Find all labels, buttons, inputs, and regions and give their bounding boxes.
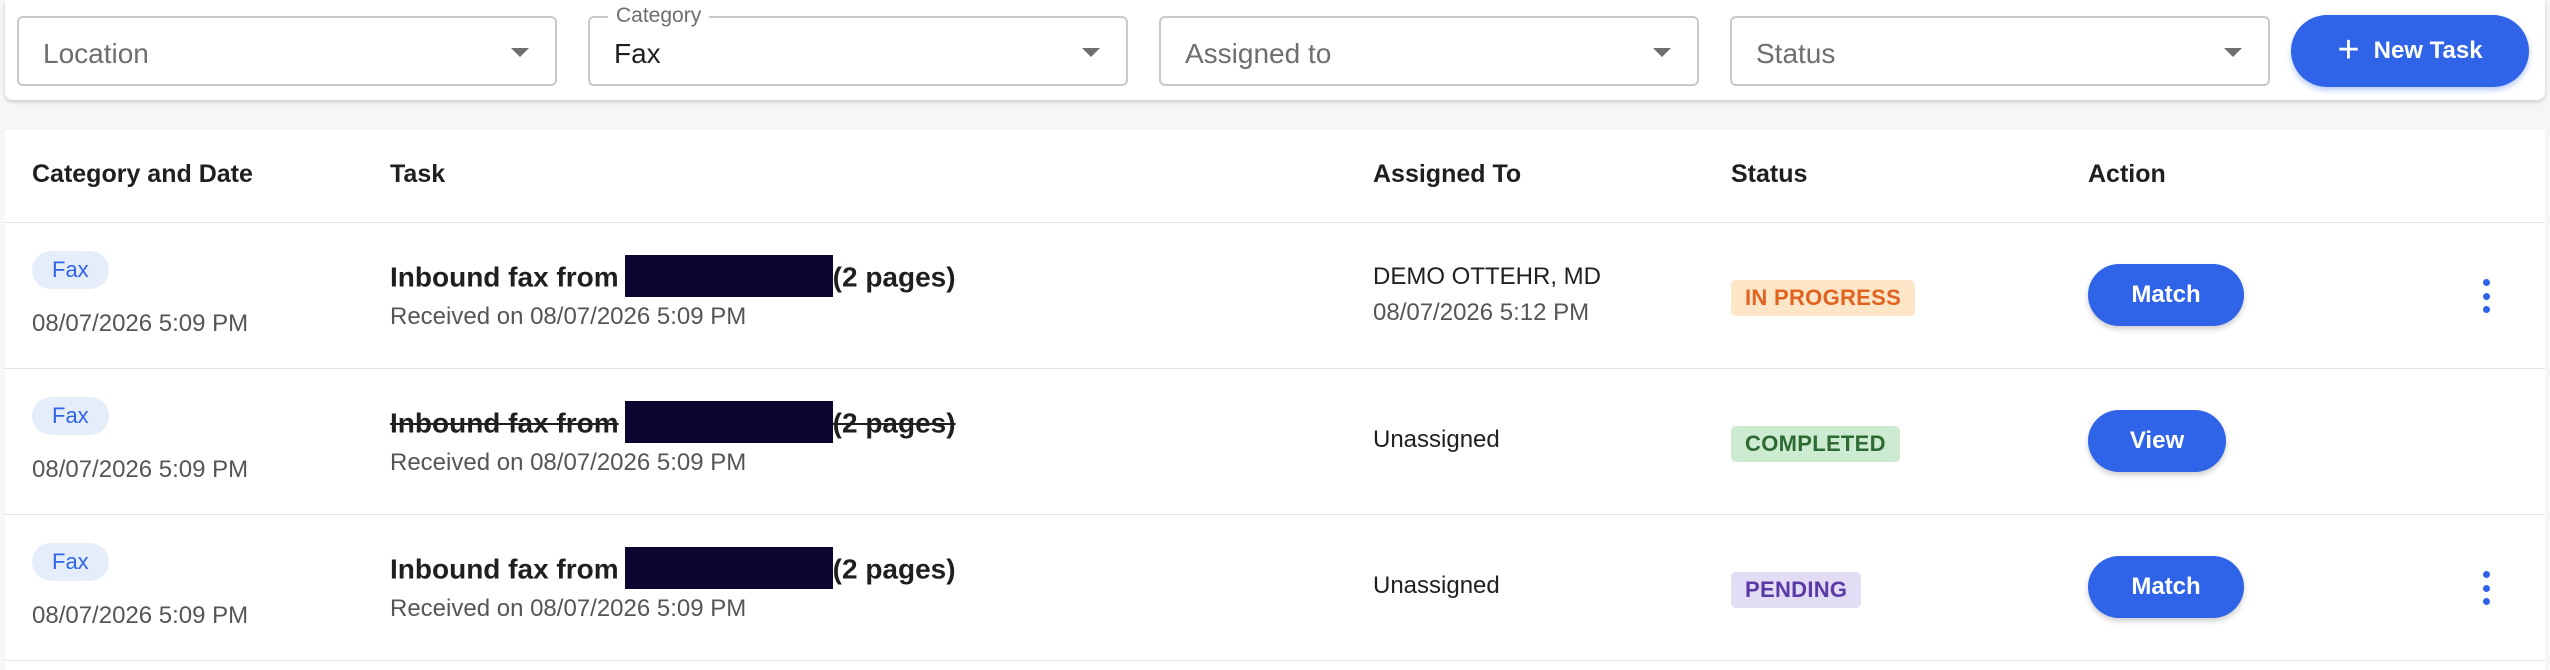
more-vert-icon[interactable] <box>2475 571 2497 605</box>
match-button[interactable]: Match <box>2088 264 2244 326</box>
category-date: 08/07/2026 5:09 PM <box>32 602 249 629</box>
new-task-button[interactable]: + New Task <box>2291 15 2529 87</box>
table-row[interactable]: Fax 08/07/2026 5:09 PM Inbound fax from (… <box>5 515 2545 661</box>
category-date: 08/07/2026 5:09 PM <box>32 456 249 483</box>
chevron-down-icon <box>1082 48 1100 57</box>
redaction-block <box>624 401 833 443</box>
header-status: Status <box>1731 160 1808 188</box>
new-task-button-label: New Task <box>2373 37 2483 64</box>
tasks-table: Category and Date Task Assigned To Statu… <box>5 130 2545 670</box>
task-received: Received on 08/07/2026 5:09 PM <box>390 595 747 622</box>
chevron-down-icon <box>1653 48 1671 57</box>
category-chip: Fax <box>32 543 109 581</box>
header-task: Task <box>390 160 446 188</box>
table-row[interactable]: Fax 08/07/2026 5:09 PM Inbound fax from (… <box>5 223 2545 369</box>
task-title-suffix: (2 pages) <box>832 261 956 293</box>
task-received: Received on 08/07/2026 5:09 PM <box>390 303 747 330</box>
location-select[interactable]: Location <box>17 16 557 86</box>
chevron-down-icon <box>511 48 529 57</box>
header-category-date: Category and Date <box>32 160 253 188</box>
assigned-date: 08/07/2026 5:12 PM <box>1373 299 1590 326</box>
status-select[interactable]: Status <box>1730 16 2270 86</box>
header-action: Action <box>2088 160 2166 188</box>
category-date: 08/07/2026 5:09 PM <box>32 310 249 337</box>
more-vert-icon[interactable] <box>2475 279 2497 313</box>
category-chip: Fax <box>32 397 109 435</box>
assignee-name: Unassigned <box>1373 426 1500 453</box>
task-title-suffix: (2 pages) <box>832 553 956 585</box>
category-chip: Fax <box>32 251 109 289</box>
match-button[interactable]: Match <box>2088 556 2244 618</box>
table-row[interactable]: Fax 08/07/2026 5:09 PM Inbound fax from (… <box>5 369 2545 515</box>
header-assigned-to: Assigned To <box>1373 160 1522 188</box>
redaction-block <box>624 255 833 297</box>
task-title-prefix: Inbound fax from <box>390 261 619 293</box>
task-title-prefix: Inbound fax from <box>390 553 619 585</box>
task-title-prefix: Inbound fax from <box>390 407 619 439</box>
view-button[interactable]: View <box>2088 410 2226 472</box>
assigned-to-select[interactable]: Assigned to <box>1159 16 1699 86</box>
task-title[interactable]: Inbound fax from (2 pages) <box>390 401 956 443</box>
task-title[interactable]: Inbound fax from (2 pages) <box>390 255 956 297</box>
category-select[interactable]: Category Fax <box>588 4 1128 86</box>
status-badge: IN PROGRESS <box>1731 280 1916 316</box>
task-title-suffix: (2 pages) <box>832 407 956 439</box>
status-badge: PENDING <box>1731 572 1862 608</box>
task-title[interactable]: Inbound fax from (2 pages) <box>390 547 956 589</box>
category-select-value: Fax <box>614 38 661 69</box>
filter-bar: Location Category Fax Assigned to Status <box>5 0 2545 100</box>
location-select-value: Location <box>43 38 149 69</box>
assignee-name: Unassigned <box>1373 572 1500 599</box>
status-select-value: Status <box>1756 38 1836 69</box>
chevron-down-icon <box>2224 48 2242 57</box>
category-select-label: Category <box>608 4 710 28</box>
redaction-block <box>624 547 833 589</box>
assigned-to-select-value: Assigned to <box>1185 38 1332 69</box>
assignee-name: DEMO OTTEHR, MD <box>1373 263 1601 290</box>
plus-icon: + <box>2337 28 2360 71</box>
status-badge: COMPLETED <box>1731 426 1900 462</box>
task-received: Received on 08/07/2026 5:09 PM <box>390 449 747 476</box>
